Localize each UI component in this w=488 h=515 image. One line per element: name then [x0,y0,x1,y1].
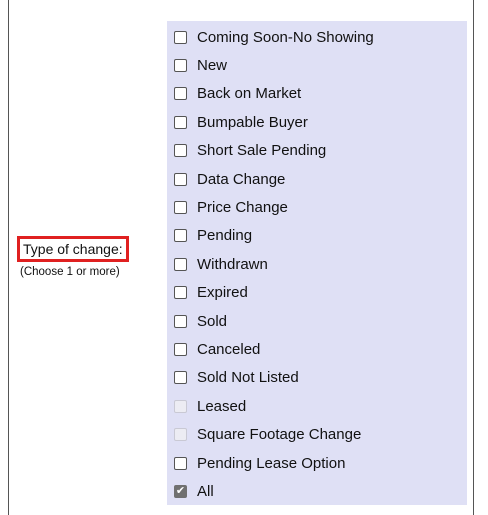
checkbox-label: Bumpable Buyer [197,113,308,131]
checkbox-label: Pending [197,227,253,245]
checkbox-label: Leased [197,397,247,415]
checkbox-label: Withdrawn [197,255,268,273]
checkbox-label: Expired [197,284,248,302]
checkbox-label: Back on Market [197,85,302,103]
checkbox-icon[interactable] [174,59,187,73]
checkbox-label: Short Sale Pending [197,142,327,160]
checkbox-label: Square Footage Change [197,426,362,444]
checkbox-icon[interactable] [174,229,187,243]
checkbox-option[interactable]: Bumpable Buyer [167,108,467,136]
checkbox-option[interactable]: Short Sale Pending [167,137,467,165]
checkbox-label: New [197,57,228,75]
checkbox-option[interactable]: Expired [167,279,467,307]
checkbox-icon[interactable] [174,115,187,129]
checkbox-option: Square Footage Change [167,420,467,448]
checkbox-icon[interactable] [174,314,187,328]
checkbox-option[interactable]: Coming Soon-No Showing [167,23,467,51]
checkbox-icon[interactable] [174,286,187,300]
checkbox-option[interactable]: New [167,51,467,79]
checkbox-label: All [197,482,214,500]
checkbox-label: Data Change [197,170,286,188]
checkbox-option[interactable]: ✔ All [167,477,467,505]
change-type-options: Coming Soon-No Showing New Back on Market B… [167,21,467,505]
checkbox-label: Coming Soon-No Showing [197,28,374,46]
checkbox-label: Canceled [197,340,261,358]
checkbox-icon[interactable] [174,30,187,44]
checkbox-option[interactable]: Pending [167,222,467,250]
checkbox-option: Leased [167,392,467,420]
checkbox-icon[interactable] [174,87,187,101]
checkbox-option[interactable]: Back on Market [167,80,467,108]
checkbox-icon[interactable] [174,456,187,470]
checkbox-label: Sold Not Listed [197,369,299,387]
type-of-change-label: Type of change: [17,236,129,262]
checkbox-icon[interactable] [174,201,187,215]
checkbox-icon[interactable] [174,342,187,356]
checkbox-option[interactable]: Price Change [167,193,467,221]
checkbox-checked-icon[interactable]: ✔ [174,484,187,498]
checkbox-option[interactable]: Sold [167,307,467,335]
checkbox-icon [174,399,187,413]
checkbox-option[interactable]: Sold Not Listed [167,364,467,392]
field-label-group: Type of change: (Choose 1 or more) [17,236,157,278]
checkbox-option[interactable]: Data Change [167,165,467,193]
checkbox-icon[interactable] [174,172,187,186]
checkbox-icon[interactable] [174,371,187,385]
checkbox-option[interactable]: Canceled [167,335,467,363]
checkbox-label: Price Change [197,199,288,217]
checkbox-icon[interactable] [174,144,187,158]
form-panel: Type of change: (Choose 1 or more) Comin… [8,0,474,515]
choose-hint: (Choose 1 or more) [20,266,120,278]
checkbox-option[interactable]: Withdrawn [167,250,467,278]
checkbox-icon [174,428,187,442]
checkbox-option[interactable]: Pending Lease Option [167,449,467,477]
checkbox-label: Pending Lease Option [197,454,346,472]
checkbox-icon[interactable] [174,257,187,271]
checkbox-label: Sold [197,312,228,330]
